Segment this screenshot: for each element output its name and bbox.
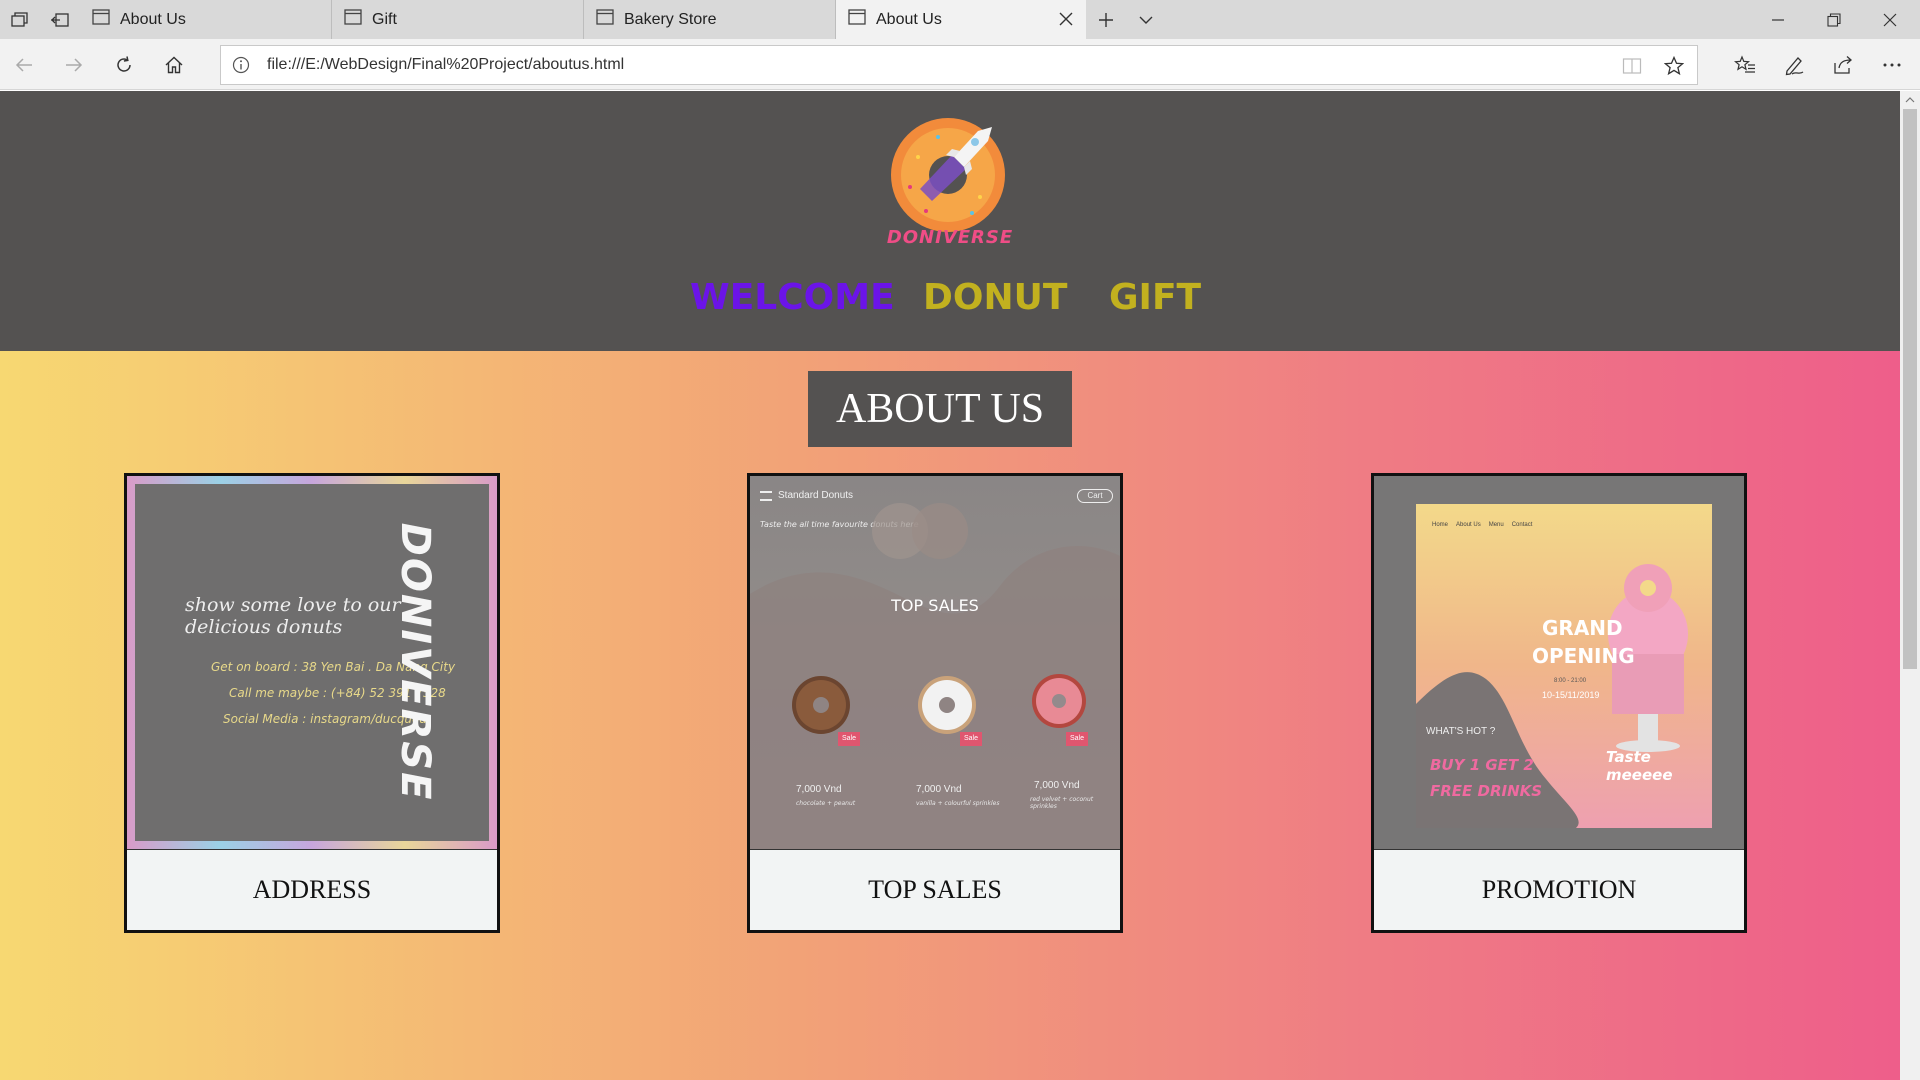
favorites-hub-icon[interactable] [1723,45,1767,85]
web-note-pen-icon[interactable] [1772,45,1816,85]
new-tab-icon[interactable] [1086,0,1126,39]
address-image[interactable]: show some love to our delicious donuts G… [127,476,497,849]
flavor-desc: red velvet + coconut sprinkles [1030,796,1094,810]
more-options-icon[interactable] [1870,45,1914,85]
tab-preview-chevron-down-icon[interactable] [1126,0,1166,39]
top-sales-image[interactable]: Standard Donuts Cart Taste the all time … [750,476,1120,849]
price: 7,000 Vnd [796,784,842,795]
flavor-desc: vanilla + colourful sprinkles [916,800,1000,807]
close-window-icon[interactable] [1862,0,1918,39]
nav-welcome-link[interactable]: WELCOME [690,277,895,327]
vanilla-donut-image [918,676,976,734]
address-toolbar: file:///E:/WebDesign/Final%20Project/abo… [0,39,1920,90]
red-velvet-donut-image [1032,674,1086,728]
tab-title: Bakery Store [624,10,717,28]
share-icon[interactable] [1821,45,1865,85]
url-text: file:///E:/WebDesign/Final%20Project/abo… [267,56,625,73]
opening-heading: OPENING [1532,644,1635,668]
close-tab-icon[interactable] [1056,9,1076,29]
restore-icon[interactable] [1806,0,1862,39]
vertical-brand: DONIVERSE [392,522,438,802]
site-header: DONIVERSE WELCOME DONUT GIFT [0,91,1900,351]
home-icon[interactable] [154,45,194,85]
tab-bakery-store[interactable]: Bakery Store [584,0,836,39]
chocolate-donut-image [792,676,850,734]
scrollbar-thumb[interactable] [1903,109,1917,669]
set-tabs-aside-icon[interactable] [40,0,80,39]
page-title: ABOUT US [808,371,1072,447]
page-icon [848,9,866,30]
nav-gift-link[interactable]: GIFT [1109,277,1201,327]
price: 7,000 Vnd [916,784,962,795]
url-field[interactable]: file:///E:/WebDesign/Final%20Project/abo… [220,45,1698,85]
opening-dates: 10-15/11/2019 [1542,690,1600,700]
flavor-desc: chocolate + peanut [796,800,856,807]
promotion-card[interactable]: Home About Us Menu Contact GRAND OPENING… [1371,473,1747,933]
sale-badge: Sale [838,732,860,746]
logo-text: DONIVERSE [886,227,1014,248]
page-icon [344,9,362,30]
tab-manager-icon[interactable] [0,0,40,39]
tab-about-us-active[interactable]: About Us [836,0,1086,39]
price: 7,000 Vnd [1034,780,1080,791]
card-label: PROMOTION [1374,849,1744,930]
nav-donut-link[interactable]: DONUT [923,277,1067,327]
tab-title: About Us [876,10,942,28]
minimize-icon[interactable] [1750,0,1806,39]
address-card[interactable]: show some love to our delicious donuts G… [124,473,500,933]
page-icon [92,9,110,30]
browser-tab-bar: About Us Gift Bakery Store About Us [0,0,1920,39]
back-arrow-icon[interactable] [4,45,44,85]
address-tagline: show some love to our delicious donuts [185,594,401,638]
card-label: TOP SALES [750,849,1120,930]
tab-title: About Us [120,10,186,28]
sale-badge: Sale [960,732,982,746]
sale-badge: Sale [1066,732,1088,746]
refresh-icon[interactable] [104,45,144,85]
offer-line-1: BUY 1 GET 2 [1430,756,1534,774]
about-us-section: ABOUT US show some love to our delicious… [0,351,1900,1080]
tab-gift[interactable]: Gift [332,0,584,39]
opening-hours: 8:00 - 21:00 [1554,678,1587,684]
promotion-image[interactable]: Home About Us Menu Contact GRAND OPENING… [1374,476,1744,849]
forward-arrow-icon[interactable] [54,45,94,85]
top-sales-heading: TOP SALES [891,596,979,615]
top-sales-card[interactable]: Standard Donuts Cart Taste the all time … [747,473,1123,933]
reading-view-icon[interactable] [1615,52,1649,80]
whats-hot: WHAT'S HOT ? [1426,726,1496,737]
tab-title: Gift [372,10,397,28]
site-info-icon[interactable] [231,55,251,80]
cake-caption: Taste meeeee [1606,748,1673,784]
favorite-star-icon[interactable] [1657,52,1691,80]
card-label: ADDRESS [127,849,497,930]
grand-heading: GRAND [1542,616,1623,640]
page-viewport: DONIVERSE WELCOME DONUT GIFT ABOUT US sh… [0,91,1900,1080]
scroll-up-arrow-icon[interactable] [1900,91,1920,109]
promotion-poster: Home About Us Menu Contact GRAND OPENING… [1416,504,1712,828]
offer-line-2: FREE DRINKS [1430,782,1543,800]
page-icon [596,9,614,30]
vertical-scrollbar[interactable] [1900,91,1920,1080]
tab-about-us-1[interactable]: About Us [80,0,332,39]
